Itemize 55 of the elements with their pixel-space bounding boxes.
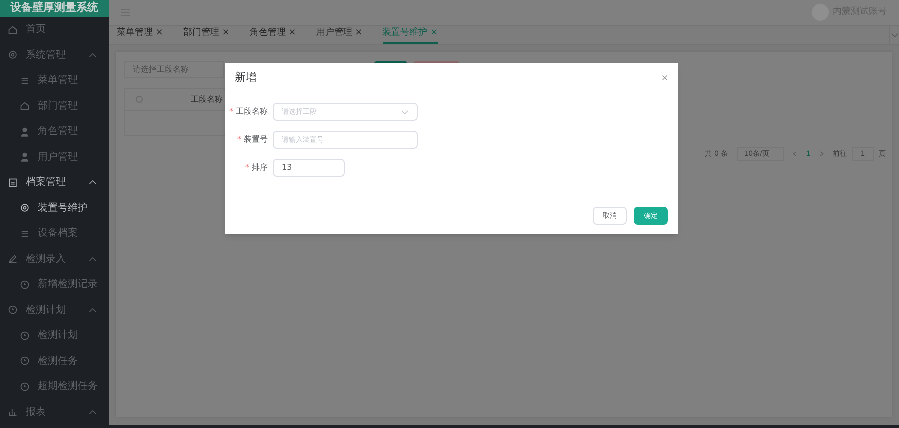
sidebar-item[interactable]: 装置号维护 [0, 196, 109, 221]
sidebar-group[interactable]: 检测录入 [0, 246, 109, 272]
chevron-icon [89, 410, 97, 415]
chevron-icon [89, 256, 97, 262]
sidebar-group[interactable]: 档案管理 [0, 170, 109, 196]
sidebar-item[interactable]: 检测任务 [0, 348, 109, 374]
home-icon [20, 101, 30, 112]
list-icon [20, 76, 30, 86]
close-icon[interactable] [662, 75, 668, 81]
field-label: * 装置号 [236, 134, 268, 146]
tab[interactable]: 部门管理 × [183, 26, 230, 44]
tab[interactable]: 菜单管理 × [117, 26, 164, 44]
sidebar-item[interactable]: 检测计划 [0, 323, 109, 348]
clock-icon [20, 280, 30, 290]
chevron-icon [401, 110, 409, 114]
prev-page-icon[interactable] [793, 151, 798, 157]
dialog-title: 新增 [235, 70, 257, 86]
home-icon [8, 24, 18, 35]
chevron-icon [89, 52, 97, 58]
next-page-icon[interactable] [820, 151, 824, 157]
sidebar-group[interactable]: 报表 [0, 400, 109, 425]
clock-icon [20, 382, 30, 392]
sidebar-item[interactable]: 菜单管理 [0, 68, 109, 94]
tab[interactable]: 用户管理 × [316, 26, 363, 44]
bar-chart-icon [8, 407, 18, 418]
field-label: * 工段名称 [228, 106, 268, 118]
sidebar-item[interactable]: 设备档案 [0, 221, 109, 246]
chevron-icon [890, 32, 898, 38]
sidebar-item[interactable]: 用户管理 [0, 144, 109, 170]
sidebar-item[interactable]: 角色管理 [0, 119, 109, 144]
sidebar-item[interactable]: 新增检测记录 [0, 272, 109, 298]
person-icon [20, 152, 30, 162]
tab[interactable]: 装置号维护 × [382, 26, 438, 44]
sidebar-group[interactable]: 系统管理 [0, 42, 109, 68]
clock-icon [20, 330, 30, 341]
app-title: 设备壁厚测量系统 [0, 0, 109, 17]
person-icon [20, 126, 30, 137]
tab[interactable]: 角色管理 × [250, 26, 296, 44]
clock-icon [8, 305, 18, 316]
gear-icon [20, 203, 30, 214]
input-field[interactable]: 13 [273, 159, 345, 177]
pencil-icon [8, 254, 18, 264]
sidebar-item[interactable]: 超期检测任务 [0, 374, 109, 400]
column-header: 工段名称 [191, 94, 223, 106]
sidebar-item[interactable]: 部门管理 [0, 94, 109, 119]
tabs-dropdown[interactable] [889, 26, 899, 44]
gear-icon [8, 50, 18, 60]
field-label: * 排序 [244, 162, 268, 174]
clock-icon [20, 356, 30, 366]
list-icon [20, 228, 30, 239]
document-icon [8, 178, 18, 188]
chevron-icon [89, 308, 97, 313]
sidebar-group[interactable]: 检测计划 [0, 298, 109, 323]
chevron-icon [89, 180, 97, 186]
sidebar-group[interactable]: 首页 [0, 17, 109, 42]
